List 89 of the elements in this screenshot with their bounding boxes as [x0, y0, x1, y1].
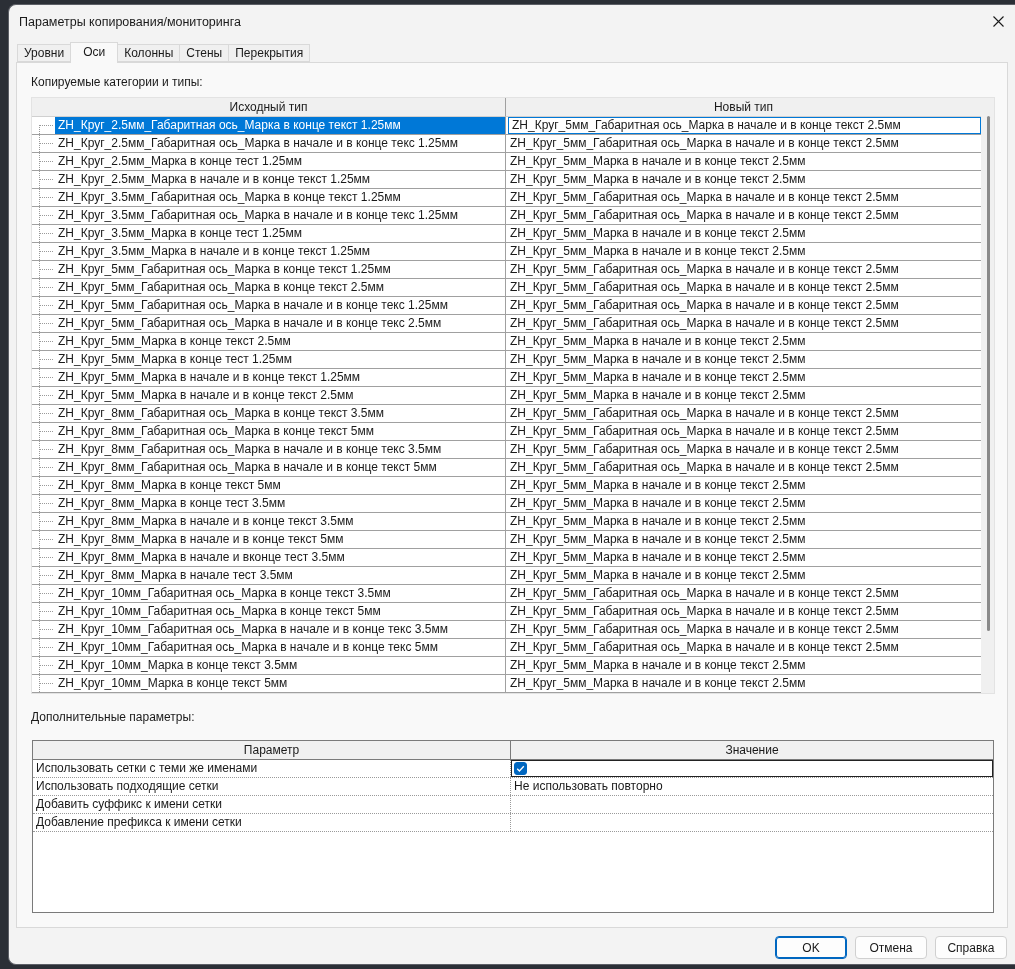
source-type-cell[interactable]: ZH_Круг_8мм_Габаритная ось_Марка в начале и в конце текс 3.5мм [55, 441, 505, 458]
new-type-cell[interactable]: ZH_Круг_5мм_Марка в начале и в конце текст 2.5мм [506, 477, 981, 494]
source-type-cell[interactable]: ZH_Круг_8мм_Марка в конце текст 5мм [55, 477, 505, 494]
new-type-cell[interactable]: ZH_Круг_5мм_Габаритная ось_Марка в начале и в конце текст 2.5мм [506, 441, 981, 458]
parameter-name-cell: Использовать сетки с теми же именами [33, 760, 511, 777]
source-type-cell[interactable]: ZH_Круг_3.5мм_Габаритная ось_Марка в начале и в конце текс 1.25мм [55, 207, 505, 224]
source-type-cell[interactable]: ZH_Круг_5мм_Габаритная ось_Марка в начале и в конце текс 2.5мм [55, 315, 505, 332]
source-type-cell[interactable]: ZH_Круг_5мм_Марка в конце тест 1.25мм [55, 351, 505, 368]
new-type-cell[interactable]: ZH_Круг_5мм_Марка в начале и в конце текст 2.5мм [506, 243, 981, 260]
parameter-name-cell: Использовать подходящие сетки [33, 778, 511, 795]
new-type-cell[interactable]: ZH_Круг_5мм_Марка в начале и в конце текст 2.5мм [506, 567, 981, 584]
source-type-cell[interactable]: ZH_Круг_10мм_Марка в конце текст 3.5мм [55, 657, 505, 674]
value-field[interactable] [511, 760, 993, 777]
source-type-cell[interactable]: ZH_Круг_8мм_Габаритная ось_Марка в конце текст 3.5мм [55, 405, 505, 422]
parameter-name-cell: Добавление префикса к имени сетки [33, 814, 511, 831]
checkbox[interactable] [514, 762, 527, 775]
source-type-cell[interactable]: ZH_Круг_3.5мм_Марка в начале и в конце текст 1.25мм [55, 243, 505, 260]
section-label: Копируемые категории и типы: [31, 75, 203, 89]
source-type-cell[interactable]: ZH_Круг_8мм_Габаритная ось_Марка в начале и в конце текст 5мм [55, 459, 505, 476]
new-type-cell[interactable]: ZH_Круг_5мм_Марка в начале и в конце текст 2.5мм [506, 387, 981, 404]
new-type-cell[interactable]: ZH_Круг_5мм_Габаритная ось_Марка в начале и в конце текст 2.5мм [506, 585, 981, 602]
source-type-cell[interactable]: ZH_Круг_5мм_Габаритная ось_Марка в начале и в конце текс 1.25мм [55, 297, 505, 314]
scrollbar-thumb[interactable] [987, 116, 990, 631]
new-type-cell[interactable]: ZH_Круг_5мм_Габаритная ось_Марка в начале и в конце текст 2.5мм [506, 459, 981, 476]
source-type-cell[interactable]: ZH_Круг_5мм_Марка в конце текст 2.5мм [55, 333, 505, 350]
source-type-cell[interactable]: ZH_Круг_5мм_Марка в начале и в конце текст 1.25мм [55, 369, 505, 386]
source-type-cell[interactable]: ZH_Круг_8мм_Габаритная ось_Марка в конце текст 5мм [55, 423, 505, 440]
tab[interactable]: Перекрытия [228, 44, 311, 62]
source-type-cell[interactable]: ZH_Круг_3.5мм_Габаритная ось_Марка в конце текст 1.25мм [55, 189, 505, 206]
source-type-cell[interactable]: ZH_Круг_8мм_Марка в начале и в конце текст 3.5мм [55, 513, 505, 530]
section-label: Дополнительные параметры: [31, 710, 195, 724]
source-type-cell[interactable]: ZH_Круг_10мм_Марка в конце текст 5мм [55, 675, 505, 692]
source-type-cell[interactable]: ZH_Круг_8мм_Марка в начале тест 3.5мм [55, 567, 505, 584]
column-header[interactable]: Новый тип [506, 98, 981, 117]
new-type-cell[interactable]: ZH_Круг_5мм_Габаритная ось_Марка в начале и в конце текст 2.5мм [508, 117, 981, 134]
new-type-cell[interactable]: ZH_Круг_5мм_Марка в начале и в конце текст 2.5мм [506, 333, 981, 350]
new-type-cell[interactable]: ZH_Круг_5мм_Габаритная ось_Марка в начале и в конце текст 2.5мм [506, 207, 981, 224]
source-type-cell[interactable]: ZH_Круг_8мм_Марка в конце тест 3.5мм [55, 495, 505, 512]
new-type-cell[interactable]: ZH_Круг_5мм_Марка в начале и в конце текст 2.5мм [506, 225, 981, 242]
new-type-cell[interactable]: ZH_Круг_5мм_Габаритная ось_Марка в начале и в конце текст 2.5мм [506, 423, 981, 440]
source-type-cell[interactable]: ZH_Круг_5мм_Габаритная ось_Марка в конце текст 2.5мм [55, 279, 505, 296]
new-type-cell[interactable]: ZH_Круг_5мм_Марка в начале и в конце текст 2.5мм [506, 513, 981, 530]
column-header[interactable]: Исходный тип [32, 98, 506, 117]
new-type-cell[interactable]: ZH_Круг_5мм_Марка в начале и в конце текст 2.5мм [506, 369, 981, 386]
column-header[interactable]: Значение [511, 741, 993, 760]
tab[interactable]: Колонны [117, 44, 181, 62]
source-type-cell[interactable]: ZH_Круг_10мм_Габаритная ось_Марка в начале и в конце текс 3.5мм [55, 621, 505, 638]
new-type-cell[interactable]: ZH_Круг_5мм_Марка в начале и в конце текст 2.5мм [506, 549, 981, 566]
source-type-cell[interactable]: ZH_Круг_5мм_Марка в начале и в конце текст 2.5мм [55, 387, 505, 404]
new-type-cell[interactable]: ZH_Круг_5мм_Габаритная ось_Марка в начале и в конце текст 2.5мм [506, 315, 981, 332]
source-type-cell[interactable]: ZH_Круг_10мм_Габаритная ось_Марка в начале и в конце текс 5мм [55, 639, 505, 656]
window-title: Параметры копирования/мониторинга [19, 14, 241, 29]
column-header[interactable]: Параметр [33, 741, 511, 760]
source-type-cell[interactable]: ZH_Круг_8мм_Марка в начале и в конце текст 5мм [55, 531, 505, 548]
new-type-cell[interactable]: ZH_Круг_5мм_Габаритная ось_Марка в начале и в конце текст 2.5мм [506, 297, 981, 314]
tab[interactable]: Уровни [17, 44, 72, 62]
source-type-cell[interactable]: ZH_Круг_10мм_Габаритная ось_Марка в конце текст 3.5мм [55, 585, 505, 602]
dialog-button[interactable]: Справка [935, 936, 1007, 959]
parameter-name-cell: Добавить суффикс к имени сетки [33, 796, 511, 813]
new-type-cell[interactable]: ZH_Круг_5мм_Габаритная ось_Марка в начале и в конце текст 2.5мм [506, 603, 981, 620]
new-type-cell[interactable]: ZH_Круг_5мм_Марка в начале и в конце текст 2.5мм [506, 675, 981, 692]
new-type-cell[interactable]: ZH_Круг_5мм_Габаритная ось_Марка в начале и в конце текст 2.5мм [506, 405, 981, 422]
new-type-cell[interactable]: ZH_Круг_5мм_Марка в начале и в конце текст 2.5мм [506, 351, 981, 368]
new-type-cell[interactable]: ZH_Круг_5мм_Марка в начале и в конце текст 2.5мм [506, 171, 981, 188]
source-type-cell[interactable]: ZH_Круг_10мм_Габаритная ось_Марка в конце текст 5мм [55, 603, 505, 620]
new-type-cell[interactable]: ZH_Круг_5мм_Габаритная ось_Марка в начале и в конце текст 2.5мм [506, 189, 981, 206]
new-type-cell[interactable]: ZH_Круг_5мм_Марка в начале и в конце текст 2.5мм [506, 153, 981, 170]
source-type-cell[interactable]: ZH_Круг_3.5мм_Марка в конце тест 1.25мм [55, 225, 505, 242]
new-type-cell[interactable]: ZH_Круг_5мм_Габаритная ось_Марка в начале и в конце текст 2.5мм [506, 279, 981, 296]
new-type-cell[interactable]: ZH_Круг_5мм_Марка в начале и в конце текст 2.5мм [506, 531, 981, 548]
dialog-button[interactable]: Отмена [855, 936, 927, 959]
new-type-cell[interactable]: ZH_Круг_5мм_Габаритная ось_Марка в начале и в конце текст 2.5мм [506, 135, 981, 152]
new-type-cell[interactable]: ZH_Круг_5мм_Марка в начале и в конце текст 2.5мм [506, 657, 981, 674]
source-type-cell[interactable]: ZH_Круг_2.5мм_Марка в начале и в конце текст 1.25мм [55, 171, 505, 188]
new-type-cell[interactable]: ZH_Круг_5мм_Марка в начале и в конце текст 2.5мм [506, 495, 981, 512]
source-type-cell[interactable]: ZH_Круг_5мм_Габаритная ось_Марка в конце текст 1.25мм [55, 261, 505, 278]
source-type-cell[interactable]: ZH_Круг_8мм_Марка в начале и вконце тест 3.5мм [55, 549, 505, 566]
dialog-button[interactable]: OK [775, 936, 847, 959]
new-type-cell[interactable]: ZH_Круг_5мм_Габаритная ось_Марка в начале и в конце текст 2.5мм [506, 639, 981, 656]
tab[interactable]: Стены [179, 44, 230, 62]
source-type-cell[interactable]: ZH_Круг_2.5мм_Габаритная ось_Марка в начале и в конце текс 1.25мм [55, 135, 505, 152]
source-type-cell[interactable]: ZH_Круг_2.5мм_Габаритная ось_Марка в конце текст 1.25мм [55, 117, 505, 134]
close-icon [992, 16, 1004, 27]
new-type-cell[interactable]: ZH_Круг_5мм_Габаритная ось_Марка в начале и в конце текст 2.5мм [506, 621, 981, 638]
value-field[interactable]: Не использовать повторно [511, 778, 993, 795]
source-type-cell[interactable]: ZH_Круг_2.5мм_Марка в конце тест 1.25мм [55, 153, 505, 170]
scrollbar-track[interactable] [981, 98, 994, 693]
new-type-cell[interactable]: ZH_Круг_5мм_Габаритная ось_Марка в начале и в конце текст 2.5мм [506, 261, 981, 278]
tab[interactable]: Оси [70, 42, 119, 63]
